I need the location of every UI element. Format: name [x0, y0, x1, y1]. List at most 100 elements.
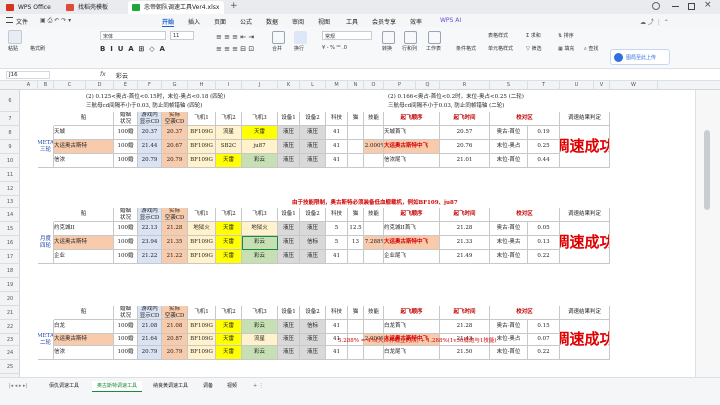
sheet-nav-buttons[interactable]: |◂ ◂ ▸ ▸|: [4, 381, 32, 392]
row-header[interactable]: 9: [0, 140, 20, 154]
header-ship[interactable]: 船: [54, 306, 114, 320]
header-e2[interactable]: 设备2: [300, 306, 326, 320]
cell-p2[interactable]: 流星: [216, 126, 242, 140]
cell-rcd[interactable]: 21.08: [162, 320, 188, 334]
fx-icon[interactable]: fx: [100, 71, 106, 78]
cell-e1[interactable]: 液压: [278, 154, 300, 168]
cell-rcd[interactable]: 20.79: [162, 154, 188, 168]
row-header[interactable]: 12: [0, 182, 20, 196]
cell-sci[interactable]: 5: [326, 236, 348, 250]
header-skill[interactable]: 技能: [364, 112, 384, 126]
row-header[interactable]: 15: [0, 222, 20, 236]
group-label[interactable]: META 三轮: [38, 126, 54, 168]
cell-rcd[interactable]: 20.87: [162, 334, 188, 346]
header-rcd[interactable]: 实际 空袭CD: [162, 112, 188, 126]
conditional-format-button[interactable]: 条件格式: [456, 45, 476, 52]
cell-p3[interactable]: 彩云: [242, 250, 278, 264]
header-time[interactable]: 起飞时间: [440, 306, 490, 320]
column-header[interactable]: R: [440, 81, 490, 90]
result-cell[interactable]: 调速成功: [560, 126, 610, 168]
menu-page[interactable]: 页面: [214, 17, 226, 26]
cell-e1[interactable]: 液压: [278, 222, 300, 236]
header-sci[interactable]: 科技: [326, 208, 348, 222]
tab-templates[interactable]: 找稻壳模板: [62, 1, 126, 14]
header-order[interactable]: 起飞顺序: [384, 208, 440, 222]
cell-gcd[interactable]: 20.79: [138, 154, 162, 168]
cell-chk[interactable]: 奥古-首位: [490, 222, 528, 236]
cell-gcd[interactable]: 22.13: [138, 222, 162, 236]
header-cat[interactable]: 猫: [348, 306, 364, 320]
cell-gcd[interactable]: 21.22: [138, 250, 162, 264]
cell-ship[interactable]: 天城: [54, 126, 114, 140]
tab-wps-office[interactable]: WPS Office: [2, 1, 60, 14]
cell-e2[interactable]: 液压: [300, 334, 326, 346]
cell-p2[interactable]: 天雷: [216, 236, 242, 250]
cell-chk[interactable]: 末位-奥占: [490, 140, 528, 154]
cell-e1[interactable]: 液压: [278, 320, 300, 334]
sheet-button[interactable]: 工作表: [426, 45, 441, 52]
column-header[interactable]: M: [326, 81, 348, 90]
font-name-select[interactable]: 宋体: [100, 31, 166, 40]
cell-p1[interactable]: BF109G: [188, 236, 216, 250]
cell-skill[interactable]: 12.000%: [364, 140, 384, 154]
font-size-select[interactable]: 11: [170, 31, 194, 40]
cell-skill[interactable]: 17.288%: [364, 236, 384, 250]
cell-sci[interactable]: 5: [326, 222, 348, 236]
cell-p2[interactable]: 天雷: [216, 346, 242, 360]
column-header[interactable]: N: [348, 81, 364, 90]
cell-order[interactable]: 白龙首飞: [384, 320, 440, 334]
header-check[interactable]: 校对区: [490, 208, 560, 222]
cell-time[interactable]: 21.01: [440, 154, 490, 168]
cell-gcd[interactable]: 21.08: [138, 320, 162, 334]
cell-sci[interactable]: 41: [326, 140, 348, 154]
result-cell[interactable]: 调速成功: [560, 222, 610, 264]
header-p1[interactable]: 飞机1: [188, 112, 216, 126]
cell-val[interactable]: 0.13: [528, 236, 560, 250]
cell-ship[interactable]: 信浓: [54, 154, 114, 168]
column-header[interactable]: J: [242, 81, 278, 90]
header-skill[interactable]: 技能: [364, 208, 384, 222]
cell-p2[interactable]: 天雷: [216, 334, 242, 346]
column-header[interactable]: I: [216, 81, 242, 90]
cell-p3[interactable]: 流星: [242, 334, 278, 346]
menu-efficiency[interactable]: 效率: [410, 17, 422, 26]
cell-e1[interactable]: 液压: [278, 236, 300, 250]
cell-cat[interactable]: [348, 154, 364, 168]
cell-e1[interactable]: 液压: [278, 140, 300, 154]
cell-p3[interactable]: 彩云: [242, 320, 278, 334]
cell-val[interactable]: 0.07: [528, 334, 560, 346]
cell-order[interactable]: 信浓尾飞: [384, 154, 440, 168]
cell-lvl[interactable]: 100婚: [114, 222, 138, 236]
cell-time[interactable]: 21.50: [440, 346, 490, 360]
cell-e2[interactable]: 液压: [300, 222, 326, 236]
row-header[interactable]: 7: [0, 112, 20, 126]
cell-lvl[interactable]: 100婚: [114, 154, 138, 168]
new-tab-button[interactable]: +: [230, 1, 238, 11]
cell-p3[interactable]: 天雷: [242, 126, 278, 140]
cell-time[interactable]: 20.76: [440, 140, 490, 154]
cell-p1[interactable]: 地狱火: [188, 222, 216, 236]
cell-e1[interactable]: 液压: [278, 250, 300, 264]
row-header[interactable]: 19: [0, 278, 20, 292]
cell-gcd[interactable]: 20.37: [138, 126, 162, 140]
header-time[interactable]: 起飞时间: [440, 112, 490, 126]
header-e1[interactable]: 设备1: [278, 112, 300, 126]
cell-ship[interactable]: 大运奥古斯特: [54, 140, 114, 154]
cell-sci[interactable]: 41: [326, 126, 348, 140]
column-header[interactable]: O: [364, 81, 384, 90]
cell-skill[interactable]: [364, 320, 384, 334]
header-e1[interactable]: 设备1: [278, 306, 300, 320]
cell-skill[interactable]: [364, 250, 384, 264]
header-p2[interactable]: 飞机2: [216, 112, 242, 126]
cell-time[interactable]: 21.28: [440, 222, 490, 236]
cell-e2[interactable]: 液压: [300, 250, 326, 264]
header-p1[interactable]: 飞机1: [188, 208, 216, 222]
cell-ship[interactable]: 信浓: [54, 346, 114, 360]
header-sci[interactable]: 科技: [326, 112, 348, 126]
filter-button[interactable]: ▽ 筛选: [526, 45, 541, 52]
cell-p2[interactable]: 天雷: [216, 250, 242, 264]
column-header[interactable]: L: [300, 81, 326, 90]
column-header[interactable]: F: [138, 81, 162, 90]
cell-p1[interactable]: BF109G: [188, 250, 216, 264]
cell-lvl[interactable]: 100婚: [114, 334, 138, 346]
